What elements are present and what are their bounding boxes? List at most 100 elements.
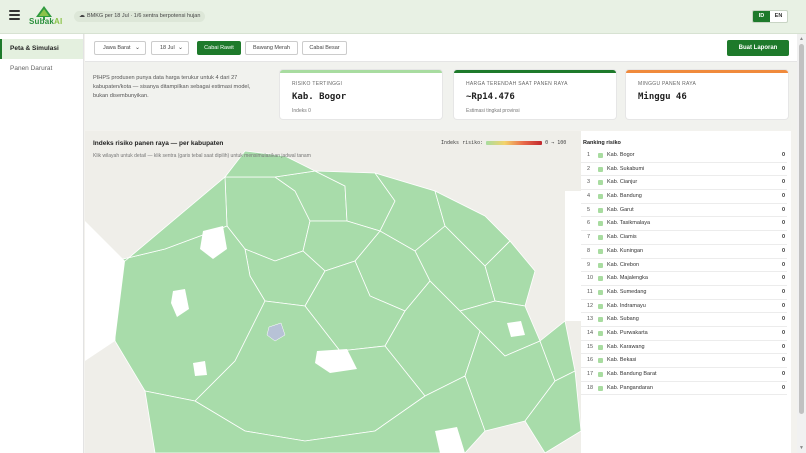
risk-score: 0 <box>781 316 785 323</box>
ranking-row[interactable]: 12 Kab. Indramayu 0 <box>581 300 787 314</box>
page-scrollbar[interactable]: ▲ ▼ <box>797 34 806 453</box>
card-value: ~Rp14.476 <box>466 92 515 102</box>
risk-score: 0 <box>781 343 785 350</box>
rank-number: 3 <box>587 179 591 186</box>
risk-color-swatch <box>598 289 603 295</box>
risk-score: 0 <box>781 234 785 241</box>
rank-number: 9 <box>587 261 591 268</box>
scroll-down-arrow-icon[interactable]: ▼ <box>799 445 804 451</box>
sidebar: Peta & Simulasi Panen Darurat <box>0 34 84 453</box>
sidebar-item-peta-simulasi[interactable]: Peta & Simulasi <box>0 39 83 59</box>
risk-color-swatch <box>598 235 603 241</box>
summary-bar: PIHPS produsen punya data harga terukur … <box>85 62 806 130</box>
cloud-rain-icon: ☁ <box>79 13 85 19</box>
rank-number: 5 <box>587 206 591 213</box>
risk-score: 0 <box>781 247 785 254</box>
risk-color-swatch <box>598 303 603 309</box>
ranking-row[interactable]: 9 Kab. Cirebon 0 <box>581 259 787 273</box>
risk-color-swatch <box>598 153 603 158</box>
ranking-row[interactable]: 8 Kab. Kuningan 0 <box>581 245 787 259</box>
risk-score: 0 <box>781 302 785 309</box>
commodity-chip-bawang-merah[interactable]: Bawang Merah <box>245 41 298 55</box>
chevron-down-icon: ⌄ <box>134 45 140 51</box>
ranking-row[interactable]: 15 Kab. Karawang 0 <box>581 341 787 355</box>
commodity-chip-cabai-rawit[interactable]: Cabai Rawit <box>197 41 241 55</box>
card-label: RISIKO TERTINGGI <box>292 81 343 87</box>
ranking-row[interactable]: 5 Kab. Garut 0 <box>581 204 787 218</box>
regency-name: Kab. Bandung Barat <box>607 371 657 377</box>
risk-score: 0 <box>781 384 785 391</box>
bmkg-status-badge: ☁ BMKG per 18 Jul · 1/6 sentra berpotensi… <box>74 11 206 22</box>
scrollbar-thumb[interactable] <box>799 44 804 414</box>
risk-map-panel: Indeks risiko panen raya — per kabupaten… <box>85 131 581 453</box>
card-value: Kab. Bogor <box>292 92 347 102</box>
regency-name: Kab. Ciamis <box>607 234 637 241</box>
regency-name: Kab. Bandung <box>607 193 642 200</box>
rank-number: 15 <box>587 343 594 350</box>
map-title: Indeks risiko panen raya — per kabupaten <box>93 140 224 147</box>
scroll-up-arrow-icon[interactable]: ▲ <box>799 36 804 42</box>
risk-color-swatch <box>598 221 603 227</box>
ranking-row[interactable]: 3 Kab. Cianjur 0 <box>581 176 787 191</box>
regency-name: Kab. Pangandaran <box>607 384 653 391</box>
ranking-row[interactable]: 1 Kab. Bogor 0 <box>581 149 787 163</box>
card-label: MINGGU PANEN RAYA <box>638 81 697 87</box>
province-select[interactable]: Jawa Barat ⌄ <box>94 41 146 55</box>
risk-score: 0 <box>781 152 785 158</box>
ranking-row[interactable]: 16 Kab. Bekasi 0 <box>581 354 787 368</box>
ranking-row[interactable]: 6 Kab. Tasikmalaya 0 <box>581 217 787 232</box>
card-highest-risk: RISIKO TERTINGGI Kab. Bogor Indeks 0 <box>280 70 442 119</box>
rank-number: 16 <box>587 357 594 364</box>
risk-color-swatch <box>598 372 603 377</box>
risk-score: 0 <box>781 165 785 172</box>
ranking-row[interactable]: 11 Kab. Sumedang 0 <box>581 286 787 300</box>
ranking-row[interactable]: 17 Kab. Bandung Barat 0 <box>581 368 787 382</box>
rank-number: 6 <box>587 220 591 227</box>
risk-score: 0 <box>781 288 785 295</box>
regency-name: Kab. Garut <box>607 206 634 213</box>
ranking-title: Ranking risiko <box>583 140 621 146</box>
regency-name: Kab. Subang <box>607 316 639 323</box>
card-subtext: Indeks 0 <box>292 108 311 114</box>
create-report-button[interactable]: Buat Laporan <box>727 40 789 56</box>
chevron-down-icon: ⌄ <box>177 45 183 51</box>
hamburger-menu-icon[interactable] <box>9 10 20 20</box>
lang-id-button[interactable]: ID <box>753 11 770 22</box>
regency-name: Kab. Majalengka <box>607 275 648 282</box>
regency-name: Kab. Cianjur <box>607 179 638 186</box>
rank-number: 8 <box>587 247 591 254</box>
risk-color-swatch <box>598 330 603 336</box>
ranking-row[interactable]: 13 Kab. Subang 0 <box>581 313 787 327</box>
risk-score: 0 <box>781 371 785 377</box>
regency-name: Kab. Sukabumi <box>607 165 645 172</box>
card-value: Minggu 46 <box>638 92 687 102</box>
ranking-row[interactable]: 7 Kab. Ciamis 0 <box>581 231 787 245</box>
risk-color-swatch <box>598 166 603 172</box>
ranking-row[interactable]: 2 Kab. Sukabumi 0 <box>581 163 787 177</box>
risk-score: 0 <box>781 357 785 364</box>
commodity-chip-cabai-besar[interactable]: Cabai Besar <box>302 41 347 55</box>
top-bar: SubakAI ☁ BMKG per 18 Jul · 1/6 sentra be… <box>0 0 806 34</box>
rank-number: 1 <box>587 152 591 158</box>
ranking-row[interactable]: 4 Kab. Bandung 0 <box>581 190 787 204</box>
ranking-row[interactable]: 14 Kab. Purwakarta 0 <box>581 327 787 341</box>
rank-number: 2 <box>587 165 591 172</box>
sidebar-item-panen-darurat[interactable]: Panen Darurat <box>0 59 83 79</box>
lang-en-button[interactable]: EN <box>770 11 787 22</box>
regency-map <box>85 150 581 453</box>
risk-color-swatch <box>598 358 603 364</box>
sea-east <box>565 191 581 321</box>
ranking-row[interactable]: 18 Kab. Pangandaran 0 <box>581 382 787 396</box>
ranking-row[interactable]: 10 Kab. Majalengka 0 <box>581 272 787 286</box>
regency-name: Kab. Bekasi <box>607 357 637 364</box>
ranking-list: 1 Kab. Bogor 0 2 Kab. Sukabumi 0 3 Kab. Cianjur… <box>581 149 787 396</box>
date-select[interactable]: 18 Jul ⌄ <box>151 41 189 55</box>
rank-number: 12 <box>587 302 594 309</box>
rank-number: 13 <box>587 316 594 323</box>
risk-color-swatch <box>598 385 603 391</box>
risk-color-swatch <box>598 248 603 254</box>
card-label: HARGA TERENDAH SAAT PANEN RAYA <box>466 81 568 87</box>
risk-color-swatch <box>598 317 603 323</box>
regency-name: Kab. Sumedang <box>607 288 647 295</box>
risk-color-swatch <box>598 180 603 186</box>
